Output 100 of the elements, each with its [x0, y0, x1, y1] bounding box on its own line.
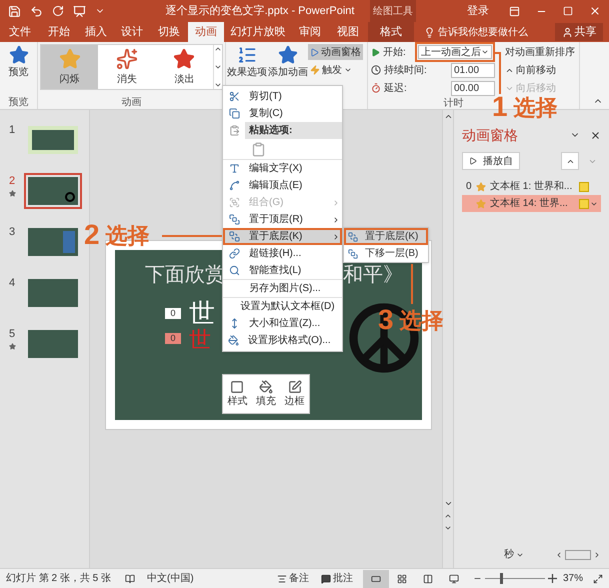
duration-field[interactable]: 01.00: [451, 62, 495, 78]
scroll-down-icon[interactable]: [444, 499, 452, 508]
scroll-up-icon[interactable]: [444, 112, 452, 121]
ribbon-display-icon[interactable]: [509, 6, 520, 16]
slide-thumbnail[interactable]: [28, 279, 78, 307]
leader-line: [411, 264, 413, 304]
ribbon-tab[interactable]: 设计: [114, 22, 150, 42]
curve-icon: [228, 180, 240, 191]
more-icon[interactable]: [214, 81, 222, 89]
preview-button[interactable]: 预览: [0, 42, 37, 95]
menu-item[interactable]: 另存为图片(S)...: [223, 280, 342, 297]
zoom-in-icon[interactable]: [548, 574, 557, 583]
slide-thumbnail[interactable]: [28, 228, 78, 256]
user-icon: [562, 26, 572, 38]
start-dropdown[interactable]: 上一动画之后: [418, 45, 492, 59]
sign-in-link[interactable]: 登录: [467, 2, 489, 20]
notes-button[interactable]: 备注: [276, 571, 309, 586]
notes-icon: [276, 574, 287, 584]
animation-list-item[interactable]: 0 文本框 1: 世界和...: [462, 178, 601, 195]
clipboard-icon[interactable]: [251, 142, 266, 156]
animation-pane-button[interactable]: 动画窗格: [308, 44, 363, 60]
mini-toolbar-button[interactable]: 边框: [284, 380, 305, 408]
menu-item[interactable]: 设置为默认文本框(D): [223, 298, 342, 315]
save-icon[interactable]: [8, 4, 21, 18]
pane-icon: [310, 48, 319, 56]
redo-icon[interactable]: [52, 5, 64, 17]
leader-line: [162, 235, 222, 237]
copy-icon: [228, 108, 240, 119]
menu-item[interactable]: 超链接(H)...: [223, 245, 342, 262]
ribbon-tab[interactable]: 幻灯片放映: [224, 22, 292, 42]
slide-text: 世: [189, 298, 215, 328]
field-label: 持续时间:: [384, 64, 427, 78]
star-icon: [58, 48, 81, 70]
ribbon-tab[interactable]: 切换: [150, 22, 188, 42]
slide-thumbnail[interactable]: [28, 126, 78, 154]
menu-item[interactable]: 置于顶层(R): [223, 211, 342, 228]
ribbon-tab[interactable]: 格式: [368, 22, 414, 42]
fit-to-window-icon[interactable]: [593, 574, 603, 584]
trigger-button[interactable]: 触发: [308, 62, 363, 78]
zoom-percent[interactable]: 37%: [562, 571, 583, 586]
close-icon[interactable]: [589, 5, 601, 17]
slide-thumbnail[interactable]: [28, 330, 78, 358]
mini-toolbar-button[interactable]: 填充: [256, 380, 276, 408]
ribbon-tab[interactable]: 审阅: [292, 22, 328, 42]
previous-slide-icon[interactable]: [444, 512, 452, 520]
lightning-icon: [310, 65, 320, 75]
comments-button[interactable]: 批注: [320, 571, 353, 586]
ribbon-tab[interactable]: 动画: [188, 22, 224, 42]
scroll-up-icon[interactable]: [214, 45, 222, 53]
menu-item[interactable]: 编辑文字(X): [223, 160, 342, 177]
shape-icon: [230, 380, 244, 394]
close-icon[interactable]: [590, 130, 601, 140]
menu-item[interactable]: 剪切(T): [223, 88, 342, 105]
comment-icon: [320, 574, 331, 584]
language-label[interactable]: 中文(中国): [147, 571, 194, 586]
slide-thumbnail[interactable]: [28, 177, 78, 205]
menu-item[interactable]: 置于底层(K): [223, 228, 342, 245]
scroll-down-icon[interactable]: [214, 63, 222, 71]
ribbon-tab[interactable]: 插入: [78, 22, 114, 42]
tell-me-field[interactable]: 告诉我你想要做什么: [438, 24, 528, 40]
add-animation-button[interactable]: 添加动画: [268, 42, 308, 86]
mini-toolbar-button[interactable]: 样式: [227, 380, 248, 408]
undo-icon[interactable]: [30, 4, 43, 18]
menu-item[interactable]: 复制(C): [223, 105, 342, 122]
layers-icon: [348, 248, 358, 258]
paint-bucket-icon: [258, 380, 273, 394]
move-earlier-button[interactable]: 向前移动: [505, 62, 579, 78]
normal-view-button[interactable]: [362, 570, 389, 588]
effect-options-button[interactable]: 效果选项: [226, 42, 268, 86]
menu-item[interactable]: 置于底层(K): [344, 228, 428, 245]
menu-item[interactable]: 下移一层(B): [344, 245, 428, 262]
time-unit-dropdown[interactable]: 秒: [504, 547, 524, 562]
menu-item[interactable]: 设置形状格式(O)...: [223, 332, 342, 349]
animation-order-badge[interactable]: 0: [165, 308, 181, 319]
spell-check-icon[interactable]: [125, 574, 136, 584]
group-label: 动画: [120, 96, 142, 109]
animation-list-item[interactable]: 文本框 14: 世界...: [462, 195, 601, 212]
ribbon-tab[interactable]: 视图: [328, 22, 368, 42]
presentation-icon[interactable]: [73, 4, 86, 18]
slide-number: 4: [8, 276, 16, 291]
window-title: 逐个显示的变色文字.pptx - PowerPoint: [164, 4, 356, 19]
scroll-right-icon[interactable]: [593, 550, 601, 558]
menu-item[interactable]: 智能查找(L): [223, 262, 342, 279]
maximize-icon[interactable]: [563, 6, 573, 16]
clipboard-icon: [228, 125, 240, 136]
ribbon-tab[interactable]: 文件: [0, 22, 40, 42]
play-from-button[interactable]: 播放自: [462, 152, 520, 170]
menu-item[interactable]: 大小和位置(Z)...: [223, 315, 342, 332]
group-label: 计时: [444, 96, 464, 110]
slide-number: 1: [8, 123, 16, 138]
zoom-slider-thumb[interactable]: [500, 573, 503, 584]
ribbon-tab[interactable]: 开始: [40, 22, 78, 42]
animation-order-badge[interactable]: 0: [165, 333, 181, 344]
scroll-left-icon[interactable]: [555, 550, 563, 558]
next-slide-icon[interactable]: [444, 524, 452, 532]
menu-item[interactable]: 编辑顶点(E): [223, 177, 342, 194]
share-button[interactable]: 共享: [555, 23, 603, 41]
animation-gallery-item[interactable]: 闪烁: [41, 45, 98, 89]
zoom-slider-track[interactable]: [484, 573, 545, 584]
delay-field[interactable]: 00.00: [451, 80, 495, 96]
